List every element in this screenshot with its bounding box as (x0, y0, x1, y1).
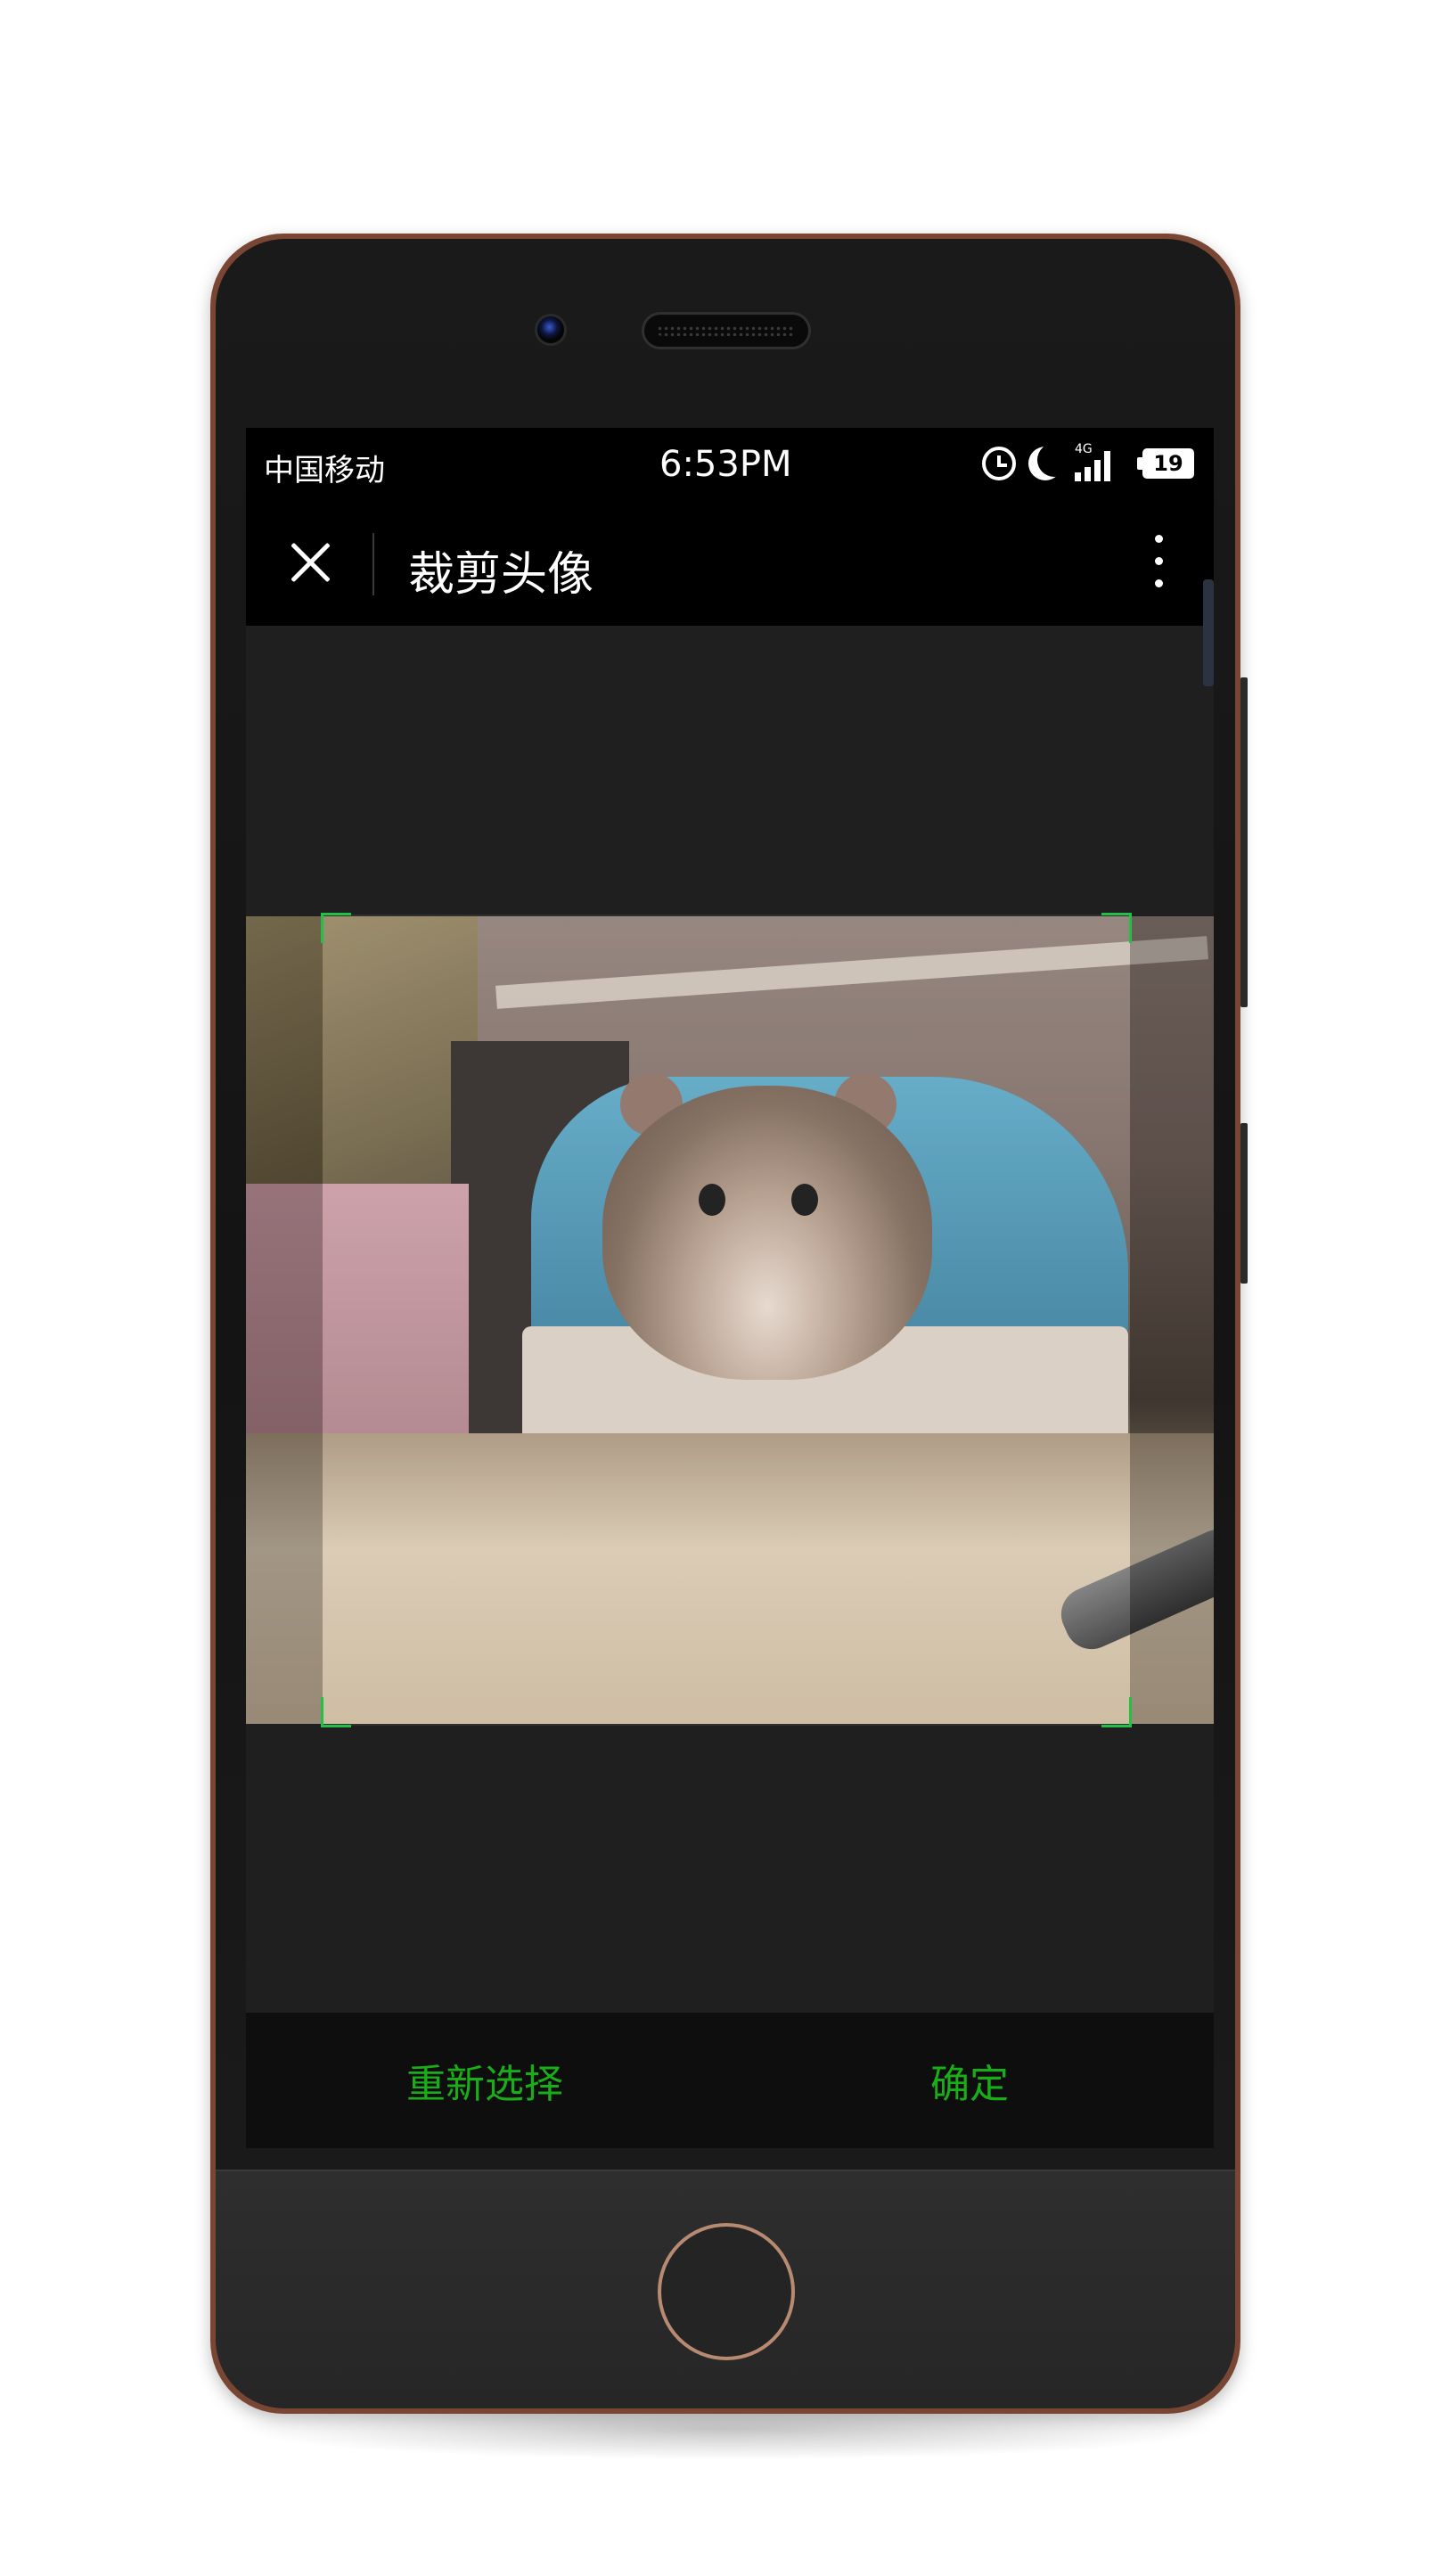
moon-icon (1028, 447, 1062, 480)
crop-handle-top-right[interactable] (1101, 913, 1132, 943)
more-vertical-icon[interactable] (1150, 535, 1167, 595)
alarm-icon (982, 447, 1016, 480)
page-title: 裁剪头像 (408, 548, 594, 602)
crop-mask-left (246, 916, 323, 1724)
crop-mask-right (1130, 916, 1214, 1724)
confirm-button[interactable]: 确定 (930, 2052, 1009, 2109)
scroll-indicator (1203, 579, 1214, 686)
battery-level: 19 (1153, 451, 1183, 476)
home-button[interactable] (658, 2223, 795, 2360)
close-icon[interactable] (282, 533, 340, 592)
carrier-name: 中国移动 (264, 453, 385, 488)
reselect-button[interactable]: 重新选择 (406, 2052, 563, 2109)
volume-button (1240, 677, 1248, 1007)
crop-handle-bottom-left[interactable] (321, 1697, 351, 1727)
phone-screen: 中国移动 6:53PM 4G 19 裁剪头像 重新选择 确定 (246, 428, 1214, 2148)
battery-icon: 19 (1137, 448, 1194, 479)
power-button (1240, 1123, 1248, 1284)
bottom-action-bar: 重新选择 确定 (246, 2013, 1214, 2148)
crop-handle-bottom-right[interactable] (1101, 1697, 1132, 1727)
status-time: 6:53PM (659, 444, 792, 485)
status-bar: 中国移动 6:53PM 4G 19 (246, 428, 1214, 499)
app-bar: 裁剪头像 (246, 499, 1214, 686)
crop-frame[interactable] (321, 913, 1132, 1727)
crop-handle-top-left[interactable] (321, 913, 351, 943)
earpiece-speaker (642, 312, 811, 349)
status-icons: 4G 19 (982, 442, 1194, 485)
front-camera (535, 314, 567, 346)
signal-icon: 4G (1075, 442, 1130, 481)
app-bar-divider (372, 533, 374, 595)
